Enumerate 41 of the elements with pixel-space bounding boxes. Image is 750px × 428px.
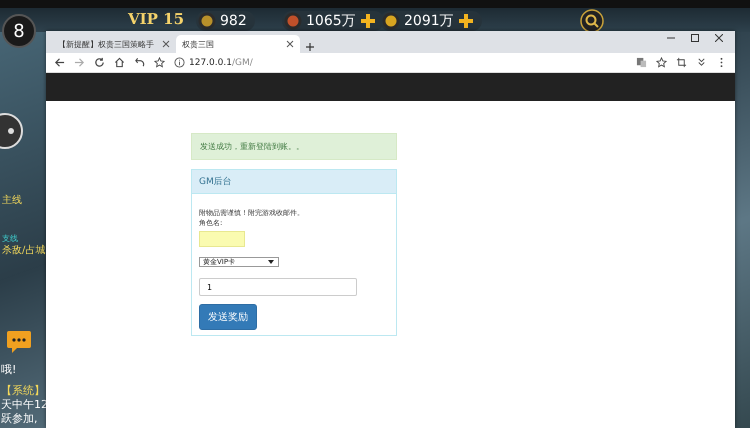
vip-label: VIP 15 — [128, 10, 184, 28]
chat-text: 跃参加, — [1, 411, 38, 426]
quest-text[interactable]: 支线 — [2, 233, 18, 244]
coin-icon — [198, 12, 216, 30]
resource-amount: 982 — [220, 13, 247, 29]
address-field[interactable]: 127.0.0.1/GM/ — [189, 58, 253, 68]
browser-tab[interactable]: 权贵三国 — [176, 35, 300, 53]
quest-text[interactable]: 杀敌/占城 — [2, 243, 46, 257]
resource-amount: 2091万 — [404, 12, 454, 30]
chat-text: 【系统】 — [1, 383, 45, 398]
undo-icon[interactable] — [134, 57, 145, 68]
coin-icon — [382, 12, 400, 30]
quest-text[interactable]: 主线 — [2, 193, 22, 207]
chevrons-icon[interactable] — [696, 57, 707, 68]
browser-tab[interactable]: 【新提醒】权贵三国策略手 — [52, 35, 176, 53]
level-badge: 8 — [2, 14, 36, 48]
success-alert: 发送成功，重新登陆到账。。 — [191, 133, 397, 160]
plus-icon[interactable] — [306, 43, 314, 51]
home-icon[interactable] — [114, 57, 125, 68]
plus-icon[interactable] — [458, 13, 474, 29]
chat-text: 哦! — [1, 362, 16, 377]
star-icon[interactable] — [154, 57, 165, 68]
info-icon[interactable] — [174, 57, 185, 68]
resource-amount: 1065万 — [306, 12, 356, 30]
back-icon[interactable] — [54, 57, 65, 68]
panel-title: GM后台 — [192, 170, 396, 194]
translate-icon[interactable] — [636, 57, 647, 68]
caret-icon — [267, 258, 275, 266]
close-icon[interactable] — [715, 34, 723, 42]
plus-icon[interactable] — [360, 13, 376, 29]
coin-icon — [284, 12, 302, 30]
send-reward-button[interactable]: 发送奖励 — [199, 304, 257, 330]
star-icon[interactable] — [656, 57, 667, 68]
amount-input[interactable]: 1 — [199, 278, 357, 296]
close-icon[interactable] — [286, 40, 294, 48]
maximize-icon[interactable] — [691, 34, 699, 42]
close-icon[interactable] — [162, 40, 170, 48]
role-name-field[interactable] — [199, 231, 245, 247]
crop-icon[interactable] — [676, 57, 687, 68]
chat-bubble-icon[interactable] — [6, 330, 32, 354]
reload-icon[interactable] — [94, 57, 105, 68]
